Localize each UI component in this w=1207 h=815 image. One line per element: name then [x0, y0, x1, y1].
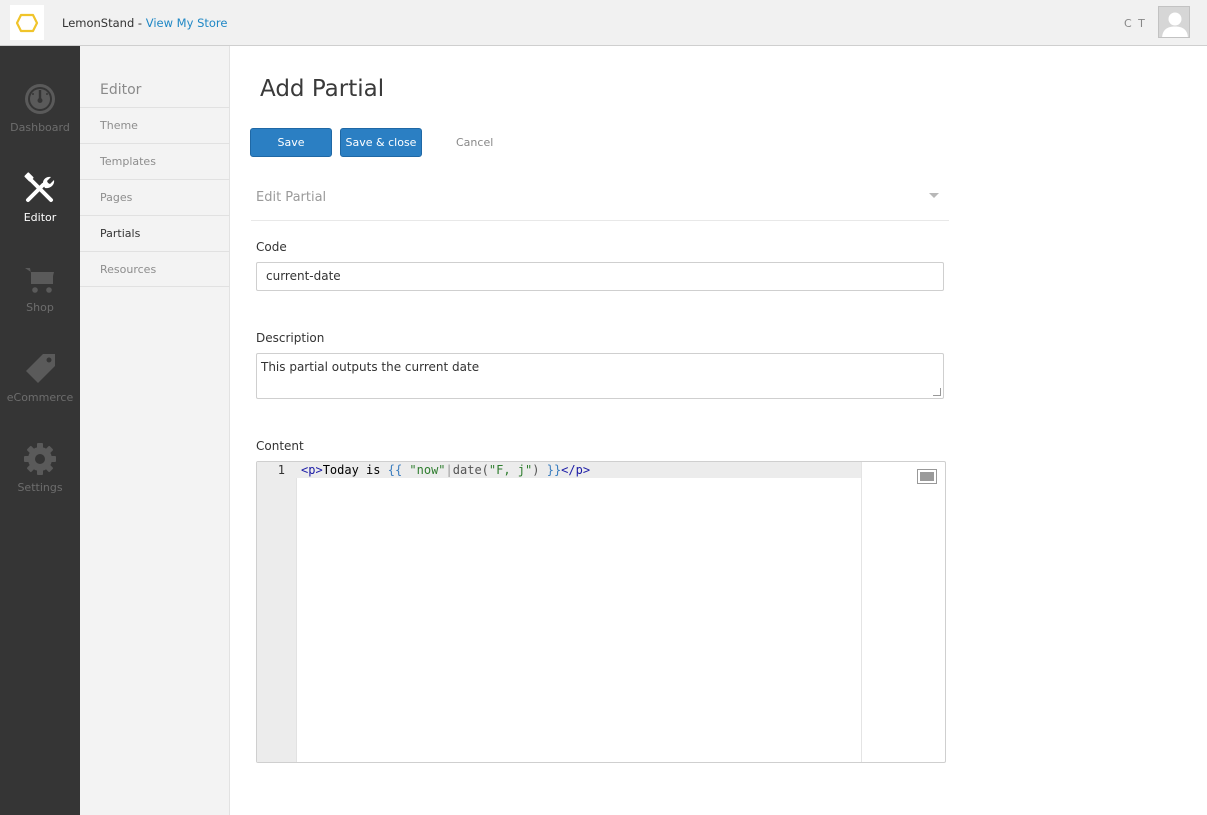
- subnav-item-templates[interactable]: Templates: [80, 143, 230, 179]
- gear-icon: [24, 443, 56, 475]
- avatar[interactable]: [1158, 6, 1190, 38]
- subnav-item-pages[interactable]: Pages: [80, 179, 230, 215]
- fullscreen-icon[interactable]: [917, 469, 937, 484]
- subnav-title: Editor: [100, 82, 142, 98]
- nav-item-dashboard[interactable]: Dashboard: [0, 82, 80, 134]
- section-title: Edit Partial: [256, 190, 327, 205]
- resize-grip-icon[interactable]: [933, 388, 941, 396]
- token-function: date(: [452, 463, 489, 477]
- token-text: Today is: [322, 463, 388, 477]
- line-number: 1: [277, 463, 285, 477]
- nav-label-editor: Editor: [23, 211, 57, 224]
- chevron-down-icon[interactable]: [929, 193, 939, 198]
- page-title: Add Partial: [260, 76, 385, 102]
- editor-tools-icon: [24, 172, 55, 202]
- user-initials[interactable]: C T: [1124, 17, 1146, 30]
- nav-label-ecommerce: eCommerce: [6, 391, 74, 404]
- subnav-item-theme[interactable]: Theme: [80, 107, 230, 143]
- token-close-tag: </p>: [561, 463, 591, 477]
- print-margin: [861, 462, 862, 762]
- nav-label-shop: Shop: [26, 301, 54, 314]
- edit-partial-section-header[interactable]: Edit Partial: [251, 178, 949, 221]
- token-string-format: "F, j": [488, 463, 533, 477]
- lemon-logo-icon: [15, 13, 39, 32]
- subnav-list: Theme Templates Pages Partials Resources: [80, 107, 230, 287]
- token-open-tag: <p>: [301, 463, 323, 477]
- subnav-item-partials[interactable]: Partials: [80, 215, 230, 251]
- top-bar: LemonStand - View My Store C T: [0, 0, 1207, 46]
- nav-item-settings[interactable]: Settings: [0, 442, 80, 494]
- editor-gutter: [257, 462, 297, 762]
- token-close-brace: }}: [546, 463, 562, 477]
- shopping-cart-icon: [25, 268, 54, 293]
- left-navigation: Dashboard Editor Shop eCommerce Settings: [0, 46, 80, 815]
- view-my-store-link[interactable]: View My Store: [146, 16, 228, 30]
- content-label: Content: [256, 439, 304, 453]
- description-text: This partial outputs the current date: [261, 360, 480, 374]
- nav-label-dashboard: Dashboard: [10, 121, 70, 134]
- nav-item-editor[interactable]: Editor: [0, 172, 80, 224]
- save-and-close-button[interactable]: Save & close: [340, 128, 422, 157]
- user-silhouette-icon: [1162, 12, 1188, 37]
- subnav-item-resources[interactable]: Resources: [80, 251, 230, 287]
- price-tag-icon: [26, 354, 55, 383]
- token-pipe: |: [445, 463, 453, 477]
- brand-line: LemonStand - View My Store: [62, 16, 227, 30]
- brand-name: LemonStand: [62, 16, 135, 30]
- description-label: Description: [256, 331, 325, 345]
- token-open-brace: {{: [387, 463, 403, 477]
- nav-label-settings: Settings: [17, 481, 63, 494]
- description-textarea[interactable]: This partial outputs the current date: [256, 353, 944, 399]
- code-editor[interactable]: 1 <p>Today is {{ "now"|date("F, j") }}</…: [256, 461, 946, 763]
- nav-item-ecommerce[interactable]: eCommerce: [0, 352, 80, 404]
- nav-item-shop[interactable]: Shop: [0, 262, 80, 314]
- main-content: Add Partial Save Save & close Cancel Edi…: [231, 46, 1207, 815]
- editor-subnav: Editor Theme Templates Pages Partials Re…: [80, 46, 230, 815]
- code-line[interactable]: <p>Today is {{ "now"|date("F, j") }}</p>: [301, 463, 590, 477]
- dashboard-gauge-icon: [25, 84, 55, 114]
- lemonstand-logo[interactable]: [10, 5, 44, 40]
- code-input[interactable]: current-date: [256, 262, 944, 291]
- cancel-link[interactable]: Cancel: [456, 136, 493, 149]
- save-button[interactable]: Save: [250, 128, 332, 157]
- brand-separator: -: [134, 16, 146, 30]
- token-string-now: "now": [409, 463, 446, 477]
- code-label: Code: [256, 240, 287, 254]
